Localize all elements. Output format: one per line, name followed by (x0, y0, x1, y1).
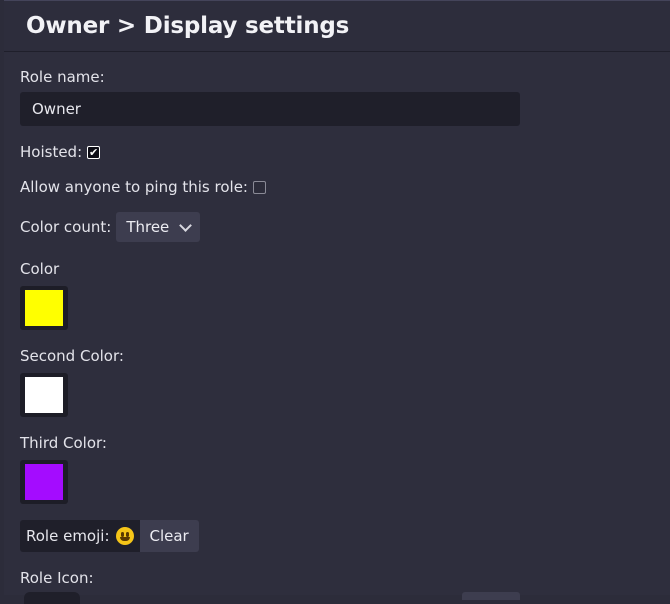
third-color-picker[interactable] (20, 460, 68, 504)
mentionable-checkbox[interactable] (252, 180, 266, 194)
role-emoji-label: Role emoji: (26, 527, 110, 545)
mentionable-label: Allow anyone to ping this role: (20, 178, 248, 196)
chevron-down-icon (179, 218, 193, 232)
role-name-input[interactable] (20, 92, 520, 126)
second-color-label: Second Color: (20, 347, 124, 365)
grinning-face-icon (115, 527, 134, 545)
color-label: Color (20, 260, 60, 278)
settings-panel: Owner > Display settings Role name: Hois… (4, 0, 670, 604)
second-color-picker[interactable] (20, 373, 68, 417)
hoisted-row: Hoisted: ✔ (20, 143, 101, 161)
color-swatch (25, 290, 63, 326)
role-emoji-picker[interactable]: Role emoji: (20, 520, 140, 552)
color-picker[interactable] (20, 286, 68, 330)
hoisted-checkbox[interactable]: ✔ (87, 145, 101, 159)
role-icon-label: Role Icon: (20, 569, 94, 587)
color-count-label: Color count: (20, 218, 112, 236)
mentionable-row: Allow anyone to ping this role: (20, 178, 266, 196)
clear-emoji-button[interactable]: Clear (139, 520, 199, 552)
third-color-label: Third Color: (20, 434, 107, 452)
color-count-row: Color count: Three (20, 212, 201, 242)
role-name-label: Role name: (20, 68, 105, 86)
page-title: Owner > Display settings (26, 13, 350, 39)
role-icon-button[interactable] (462, 592, 520, 600)
color-count-select[interactable]: Three (116, 212, 201, 242)
role-emoji-group: Role emoji: Clear (20, 520, 199, 552)
color-count-value: Three (126, 218, 170, 236)
hoisted-label: Hoisted: (20, 143, 83, 161)
page-header: Owner > Display settings (4, 1, 670, 52)
third-color-swatch (25, 464, 63, 500)
second-color-swatch (25, 377, 63, 413)
